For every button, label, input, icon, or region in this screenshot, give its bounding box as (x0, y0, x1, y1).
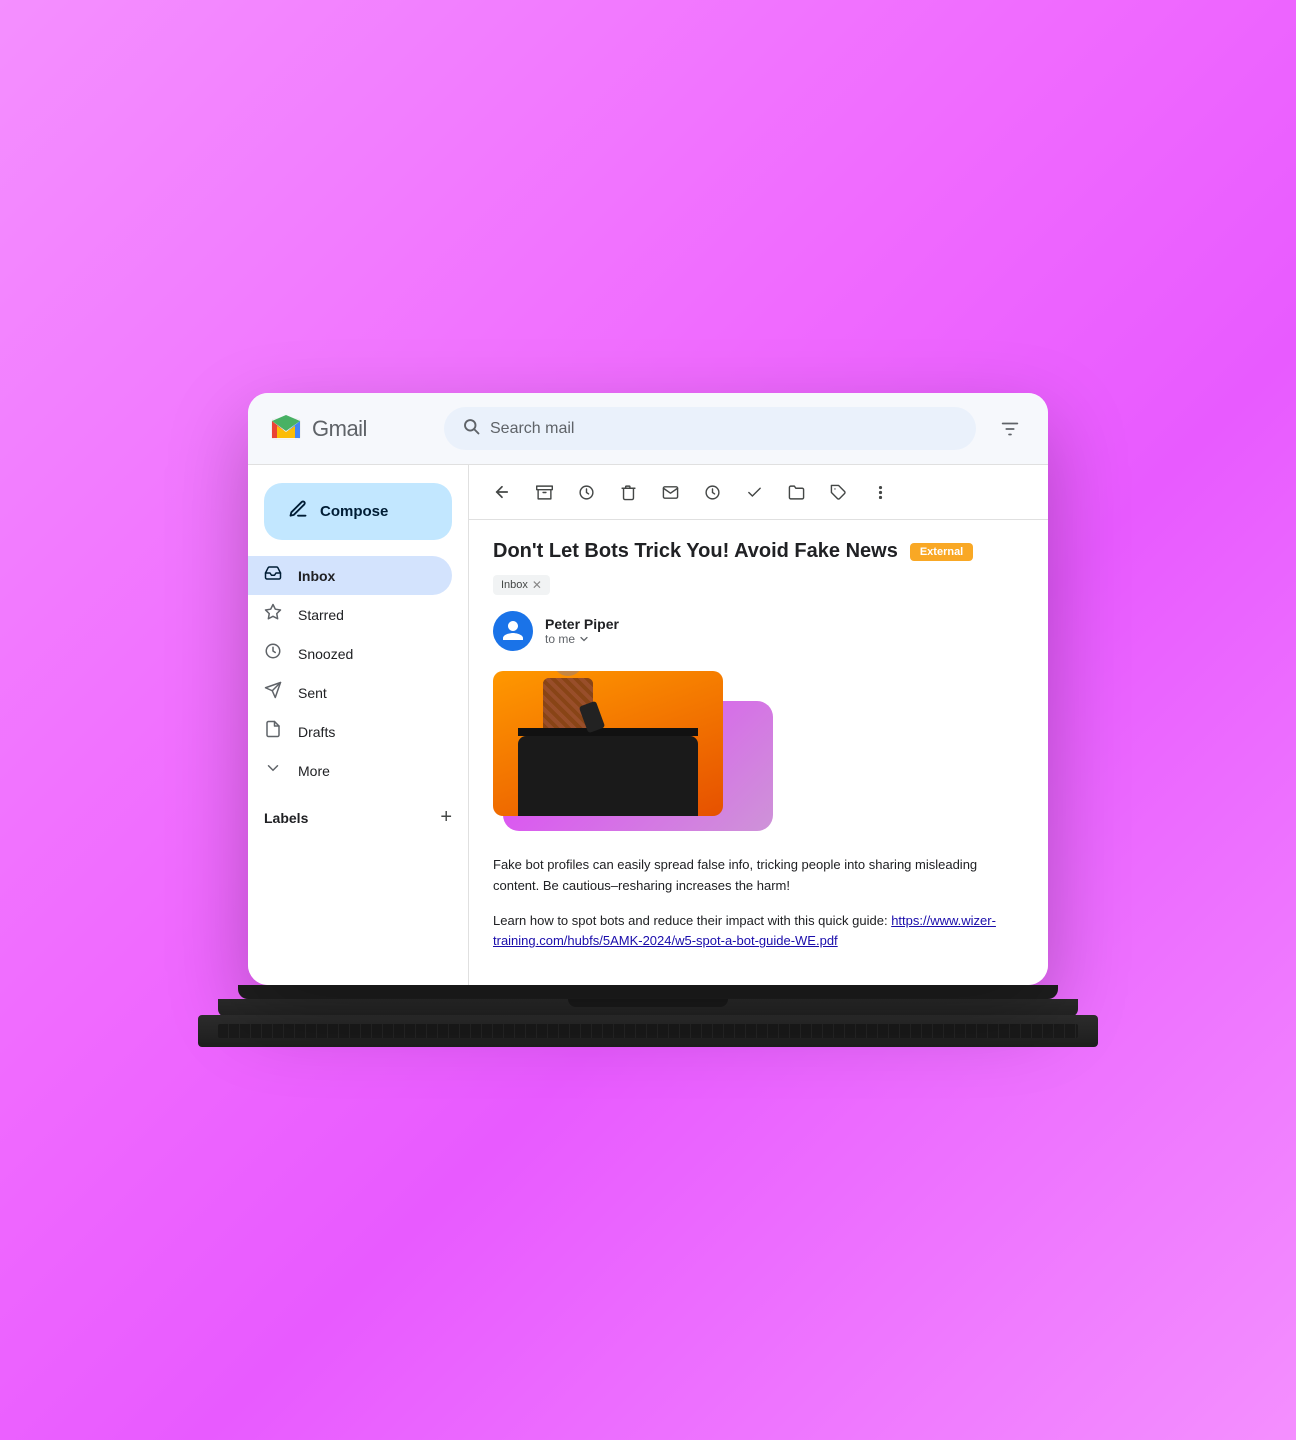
inbox-icon (264, 564, 282, 587)
done-button[interactable] (737, 475, 771, 509)
sender-to: to me (545, 632, 619, 646)
laptop-bottom (198, 1015, 1098, 1047)
starred-label: Starred (298, 607, 344, 623)
remove-inbox-tag-button[interactable]: ✕ (532, 578, 542, 592)
labels-add-button[interactable]: + (440, 806, 452, 829)
sidebar-item-starred[interactable]: Starred (248, 595, 452, 634)
page-scene: Gmail Search mail (198, 170, 1098, 1270)
gmail-logo: Gmail (268, 411, 428, 447)
email-image-container (493, 671, 783, 831)
drafts-label: Drafts (298, 724, 335, 740)
laptop-hinge (568, 999, 728, 1007)
tag-external-badge: External (910, 543, 973, 561)
laptop-in-image (518, 736, 698, 816)
gmail-logo-icon (268, 411, 304, 447)
gmail-window: Gmail Search mail (248, 393, 1048, 985)
label-button[interactable] (821, 475, 855, 509)
snooze-button[interactable] (569, 475, 603, 509)
more-icon (264, 759, 282, 782)
labels-section: Labels + (248, 790, 468, 837)
filter-icon[interactable] (992, 411, 1028, 447)
sent-icon (264, 681, 282, 704)
email-subject: Don't Let Bots Trick You! Avoid Fake New… (493, 540, 898, 563)
dropdown-arrow-icon[interactable] (578, 633, 590, 645)
avatar-icon (501, 619, 525, 643)
inbox-label: Inbox (298, 568, 335, 584)
keyboard-area (218, 1024, 1078, 1038)
sender-info: Peter Piper to me (545, 616, 619, 646)
sender-avatar (493, 611, 533, 651)
delete-button[interactable] (611, 475, 645, 509)
email-body-paragraph1: Fake bot profiles can easily spread fals… (493, 855, 1024, 897)
sender-row: Peter Piper to me (493, 611, 1024, 651)
compose-label: Compose (320, 503, 388, 520)
sidebar-item-snoozed[interactable]: Snoozed (248, 634, 452, 673)
snoozed-label: Snoozed (298, 646, 353, 662)
drafts-icon (264, 720, 282, 743)
sidebar-item-drafts[interactable]: Drafts (248, 712, 452, 751)
person-head (553, 671, 583, 676)
compose-button[interactable]: Compose (264, 483, 452, 540)
more-options-button[interactable] (863, 475, 897, 509)
mark-unread-button[interactable] (653, 475, 687, 509)
email-subject-row: Don't Let Bots Trick You! Avoid Fake New… (493, 540, 1024, 595)
search-icon (462, 417, 480, 440)
remind-button[interactable] (695, 475, 729, 509)
sidebar-item-sent[interactable]: Sent (248, 673, 452, 712)
search-input[interactable]: Search mail (490, 420, 958, 438)
move-button[interactable] (779, 475, 813, 509)
back-button[interactable] (485, 475, 519, 509)
more-label: More (298, 763, 330, 779)
sidebar-item-inbox[interactable]: Inbox (248, 556, 452, 595)
sender-name: Peter Piper (545, 616, 619, 632)
email-content-area: Don't Let Bots Trick You! Avoid Fake New… (468, 465, 1048, 985)
compose-icon (288, 499, 308, 524)
tag-inbox-badge: Inbox ✕ (493, 575, 550, 595)
search-bar[interactable]: Search mail (444, 407, 976, 450)
star-icon (264, 603, 282, 626)
archive-button[interactable] (527, 475, 561, 509)
gmail-body: Compose Inbox (248, 465, 1048, 985)
email-view: Don't Let Bots Trick You! Avoid Fake New… (469, 520, 1048, 972)
snoozed-icon (264, 642, 282, 665)
email-hero-image (493, 671, 723, 816)
sidebar: Compose Inbox (248, 465, 468, 985)
sent-label: Sent (298, 685, 327, 701)
gmail-title-text: Gmail (312, 416, 367, 442)
gmail-header: Gmail Search mail (248, 393, 1048, 465)
email-toolbar (469, 465, 1048, 520)
screen-bezel-bottom (238, 985, 1058, 999)
labels-title: Labels (264, 810, 308, 826)
sidebar-item-more[interactable]: More (248, 751, 452, 790)
laptop-wrapper: Gmail Search mail (218, 393, 1078, 1047)
email-body-paragraph2: Learn how to spot bots and reduce their … (493, 911, 1024, 953)
